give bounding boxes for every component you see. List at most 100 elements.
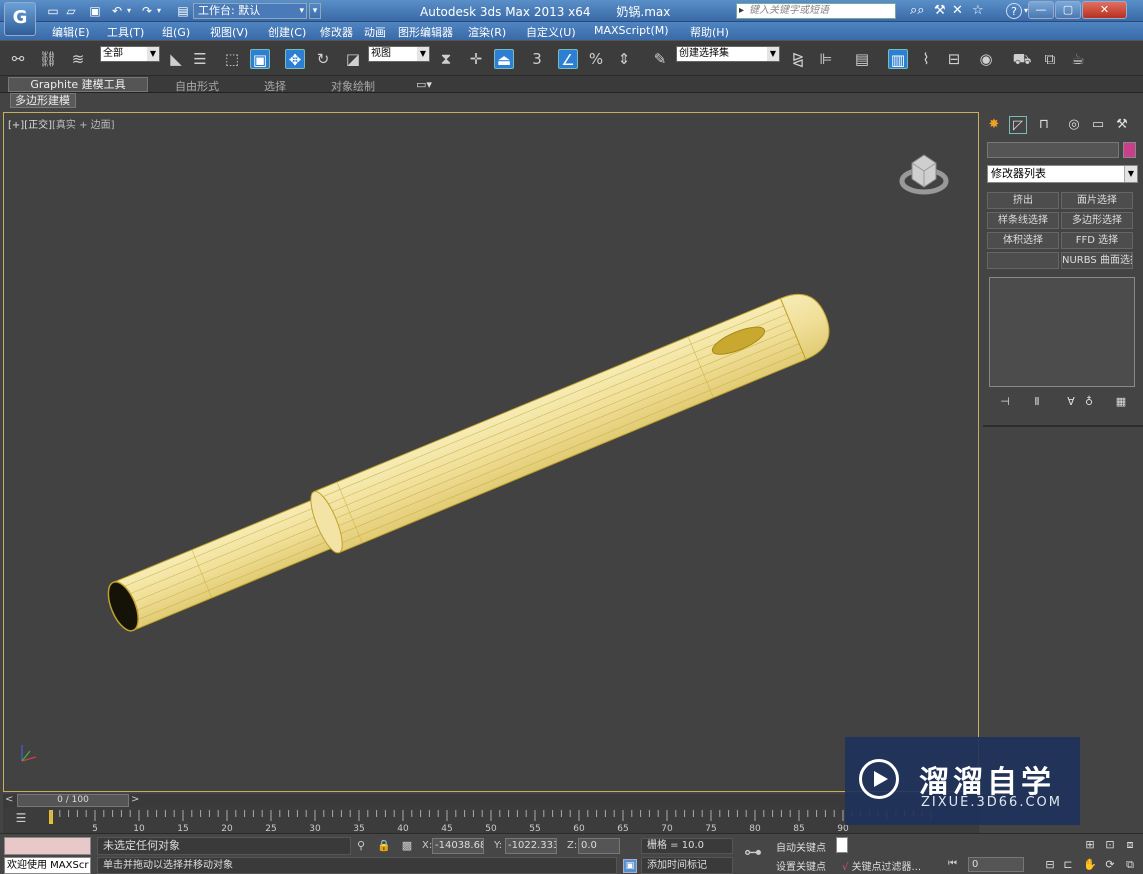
menu-rendering[interactable]: 渲染(R) bbox=[468, 24, 506, 40]
modifier-extrude-button[interactable]: 挤出 bbox=[987, 192, 1059, 209]
save-icon[interactable]: ▣ bbox=[88, 3, 102, 19]
select-by-name-icon[interactable]: ☰ bbox=[190, 49, 210, 69]
lock-selection-icon[interactable]: 🔒 bbox=[377, 839, 391, 853]
project-folder-icon[interactable]: ▤ bbox=[176, 3, 190, 19]
modifier-ffd-select-button[interactable]: FFD 选择 bbox=[1061, 232, 1133, 249]
close-button[interactable]: ✕ bbox=[1082, 1, 1127, 19]
select-and-manipulate-icon[interactable]: ✛ bbox=[466, 49, 486, 69]
modify-tab-icon[interactable]: ◸ bbox=[1009, 116, 1027, 134]
rectangular-selection-icon[interactable]: ⬚ bbox=[222, 49, 242, 69]
modifier-poly-select-button[interactable]: 多边形选择 bbox=[1061, 212, 1133, 229]
tab-polygon-modeling[interactable]: 多边形建模 bbox=[10, 93, 76, 108]
menu-group[interactable]: 组(G) bbox=[162, 24, 190, 40]
time-slider-next-icon[interactable]: > bbox=[131, 794, 139, 805]
angle-snap-icon[interactable]: ∠ bbox=[558, 49, 578, 69]
maximize-viewport-icon[interactable]: ⧉ bbox=[1122, 858, 1138, 872]
maximize-button[interactable]: ▢ bbox=[1055, 1, 1081, 19]
menu-tools[interactable]: 工具(T) bbox=[107, 24, 144, 40]
z-coord-field[interactable]: 0.0 bbox=[578, 838, 620, 854]
menu-edit[interactable]: 编辑(E) bbox=[52, 24, 90, 40]
modifier-list-dropdown[interactable]: 修改器列表 ▼ bbox=[987, 165, 1138, 183]
open-icon[interactable]: ▱ bbox=[64, 3, 78, 19]
named-selection-dropdown[interactable]: 创建选择集 ▼ bbox=[676, 46, 780, 62]
menu-maxscript[interactable]: MAXScript(M) bbox=[594, 24, 669, 37]
undo-dropdown-icon[interactable]: ▾ bbox=[125, 3, 133, 19]
frame-ruler[interactable]: 5 10 15 20 25 30 35 40 45 50 55 60 65 70 75 80 85 90 bbox=[43, 807, 979, 833]
tab-selection[interactable]: 选择 bbox=[264, 78, 286, 94]
utilities-tab-icon[interactable]: ⚒ bbox=[1113, 116, 1131, 134]
hierarchy-tab-icon[interactable]: ⊓ bbox=[1035, 116, 1053, 134]
menu-create[interactable]: 创建(C) bbox=[268, 24, 306, 40]
x-coord-field[interactable]: -14038.68 bbox=[432, 838, 484, 854]
rendered-frame-window-icon[interactable]: ⧉ bbox=[1040, 49, 1060, 69]
set-key-button[interactable]: 设置关键点 bbox=[776, 858, 826, 873]
window-crossing-icon[interactable]: ▣ bbox=[250, 49, 270, 69]
menu-help[interactable]: 帮助(H) bbox=[690, 24, 729, 40]
modifier-patch-select-button[interactable]: 面片选择 bbox=[1061, 192, 1133, 209]
search-input[interactable]: 键入关键字或短语 bbox=[736, 3, 896, 19]
make-unique-icon[interactable]: ∀ bbox=[1063, 394, 1079, 410]
schematic-view-icon[interactable]: ⊟ bbox=[944, 49, 964, 69]
modifier-stack[interactable] bbox=[989, 277, 1135, 387]
show-end-result-icon[interactable]: Ⅱ bbox=[1029, 394, 1045, 410]
modifier-nurbs-select-button[interactable]: NURBS 曲面选择 bbox=[1061, 252, 1133, 269]
object-name-input[interactable] bbox=[987, 142, 1119, 158]
handle-mesh[interactable] bbox=[100, 285, 838, 641]
minimize-button[interactable]: — bbox=[1028, 1, 1054, 19]
current-frame-field[interactable]: 0 bbox=[968, 857, 1024, 872]
binoculars-icon[interactable]: ⌕⌕ bbox=[910, 3, 925, 19]
perspective-viewport[interactable]: [+][正交][真实 + 边面] bbox=[3, 112, 979, 792]
selected-set-dropdown[interactable] bbox=[836, 837, 848, 853]
pan-hand-icon[interactable]: ✋ bbox=[1082, 858, 1098, 872]
quick-access-dropdown-icon[interactable]: ▾ bbox=[309, 3, 321, 19]
key-filters-button[interactable]: √ 关键点过滤器... bbox=[842, 858, 921, 873]
create-tab-icon[interactable]: ✸ bbox=[985, 116, 1003, 134]
render-setup-icon[interactable]: ⛟ bbox=[1012, 49, 1032, 69]
field-of-view-icon[interactable]: ⧈ bbox=[1122, 838, 1138, 852]
snaps-toggle-icon[interactable]: 3 bbox=[527, 49, 547, 69]
tab-object-paint[interactable]: 对象绘制 bbox=[331, 78, 375, 94]
curve-editor-icon[interactable]: ⌇ bbox=[916, 49, 936, 69]
select-and-scale-icon[interactable]: ◪ bbox=[343, 49, 363, 69]
y-coord-field[interactable]: -1022.333 bbox=[505, 838, 557, 854]
graphite-toggle-icon[interactable]: ▥ bbox=[888, 49, 908, 69]
layer-manager-icon[interactable]: ▤ bbox=[852, 49, 872, 69]
track-bar[interactable]: ☰ 5 10 15 20 25 30 35 40 45 50 55 60 65 70 75 80 85 90 bbox=[3, 807, 979, 833]
time-tag-icon[interactable]: ▣ bbox=[623, 859, 637, 873]
edit-named-selection-icon[interactable]: ✎ bbox=[650, 49, 670, 69]
maxscript-listener-mini[interactable] bbox=[4, 837, 91, 855]
new-icon[interactable]: ▭ bbox=[46, 3, 60, 19]
help-icon[interactable]: ? bbox=[1006, 3, 1022, 19]
motion-tab-icon[interactable]: ◎ bbox=[1065, 116, 1083, 134]
mirror-icon[interactable]: ⧎ bbox=[788, 49, 808, 69]
remove-modifier-icon[interactable]: ♁ bbox=[1081, 394, 1097, 410]
isolate-selection-icon[interactable]: ⚲ bbox=[354, 839, 368, 853]
pin-stack-icon[interactable]: ⊣ bbox=[997, 394, 1013, 410]
bind-space-warp-icon[interactable]: ≋ bbox=[68, 49, 88, 69]
material-editor-icon[interactable]: ◉ bbox=[976, 49, 996, 69]
curve-editor-mini-icon[interactable]: ☰ bbox=[11, 811, 31, 827]
keyboard-shortcut-override-icon[interactable]: ⏏ bbox=[494, 49, 514, 69]
menu-views[interactable]: 视图(V) bbox=[210, 24, 248, 40]
workspace-selector[interactable]: 工作台: 默认 ▾ bbox=[193, 3, 307, 19]
redo-dropdown-icon[interactable]: ▾ bbox=[155, 3, 163, 19]
modifier-spline-select-button[interactable]: 样条线选择 bbox=[987, 212, 1059, 229]
display-tab-icon[interactable]: ▭ bbox=[1089, 116, 1107, 134]
configure-sets-icon[interactable]: ▦ bbox=[1113, 394, 1129, 410]
redo-icon[interactable]: ↷ bbox=[140, 3, 154, 19]
modifier-vol-select-button[interactable]: 体积选择 bbox=[987, 232, 1059, 249]
go-to-start-icon[interactable]: ⏮ bbox=[948, 858, 957, 869]
frame-icon[interactable]: ⊏ bbox=[1060, 858, 1076, 872]
percent-snap-icon[interactable]: % bbox=[586, 49, 606, 69]
unlink-icon[interactable]: ⛓ bbox=[38, 49, 58, 69]
align-icon[interactable]: ⊫ bbox=[816, 49, 836, 69]
time-slider-prev-icon[interactable]: < bbox=[5, 794, 13, 805]
app-menu-button[interactable]: G bbox=[4, 2, 36, 36]
pan-handle-model[interactable] bbox=[4, 113, 980, 793]
select-and-rotate-icon[interactable]: ↻ bbox=[313, 49, 333, 69]
object-color-swatch[interactable] bbox=[1123, 142, 1136, 158]
menu-modifiers[interactable]: 修改器 bbox=[320, 24, 353, 40]
render-teapot-icon[interactable]: ☕ bbox=[1068, 49, 1088, 69]
zoom-all-icon[interactable]: ⊡ bbox=[1102, 838, 1118, 852]
time-slider-thumb[interactable]: 0 / 100 bbox=[17, 794, 129, 807]
